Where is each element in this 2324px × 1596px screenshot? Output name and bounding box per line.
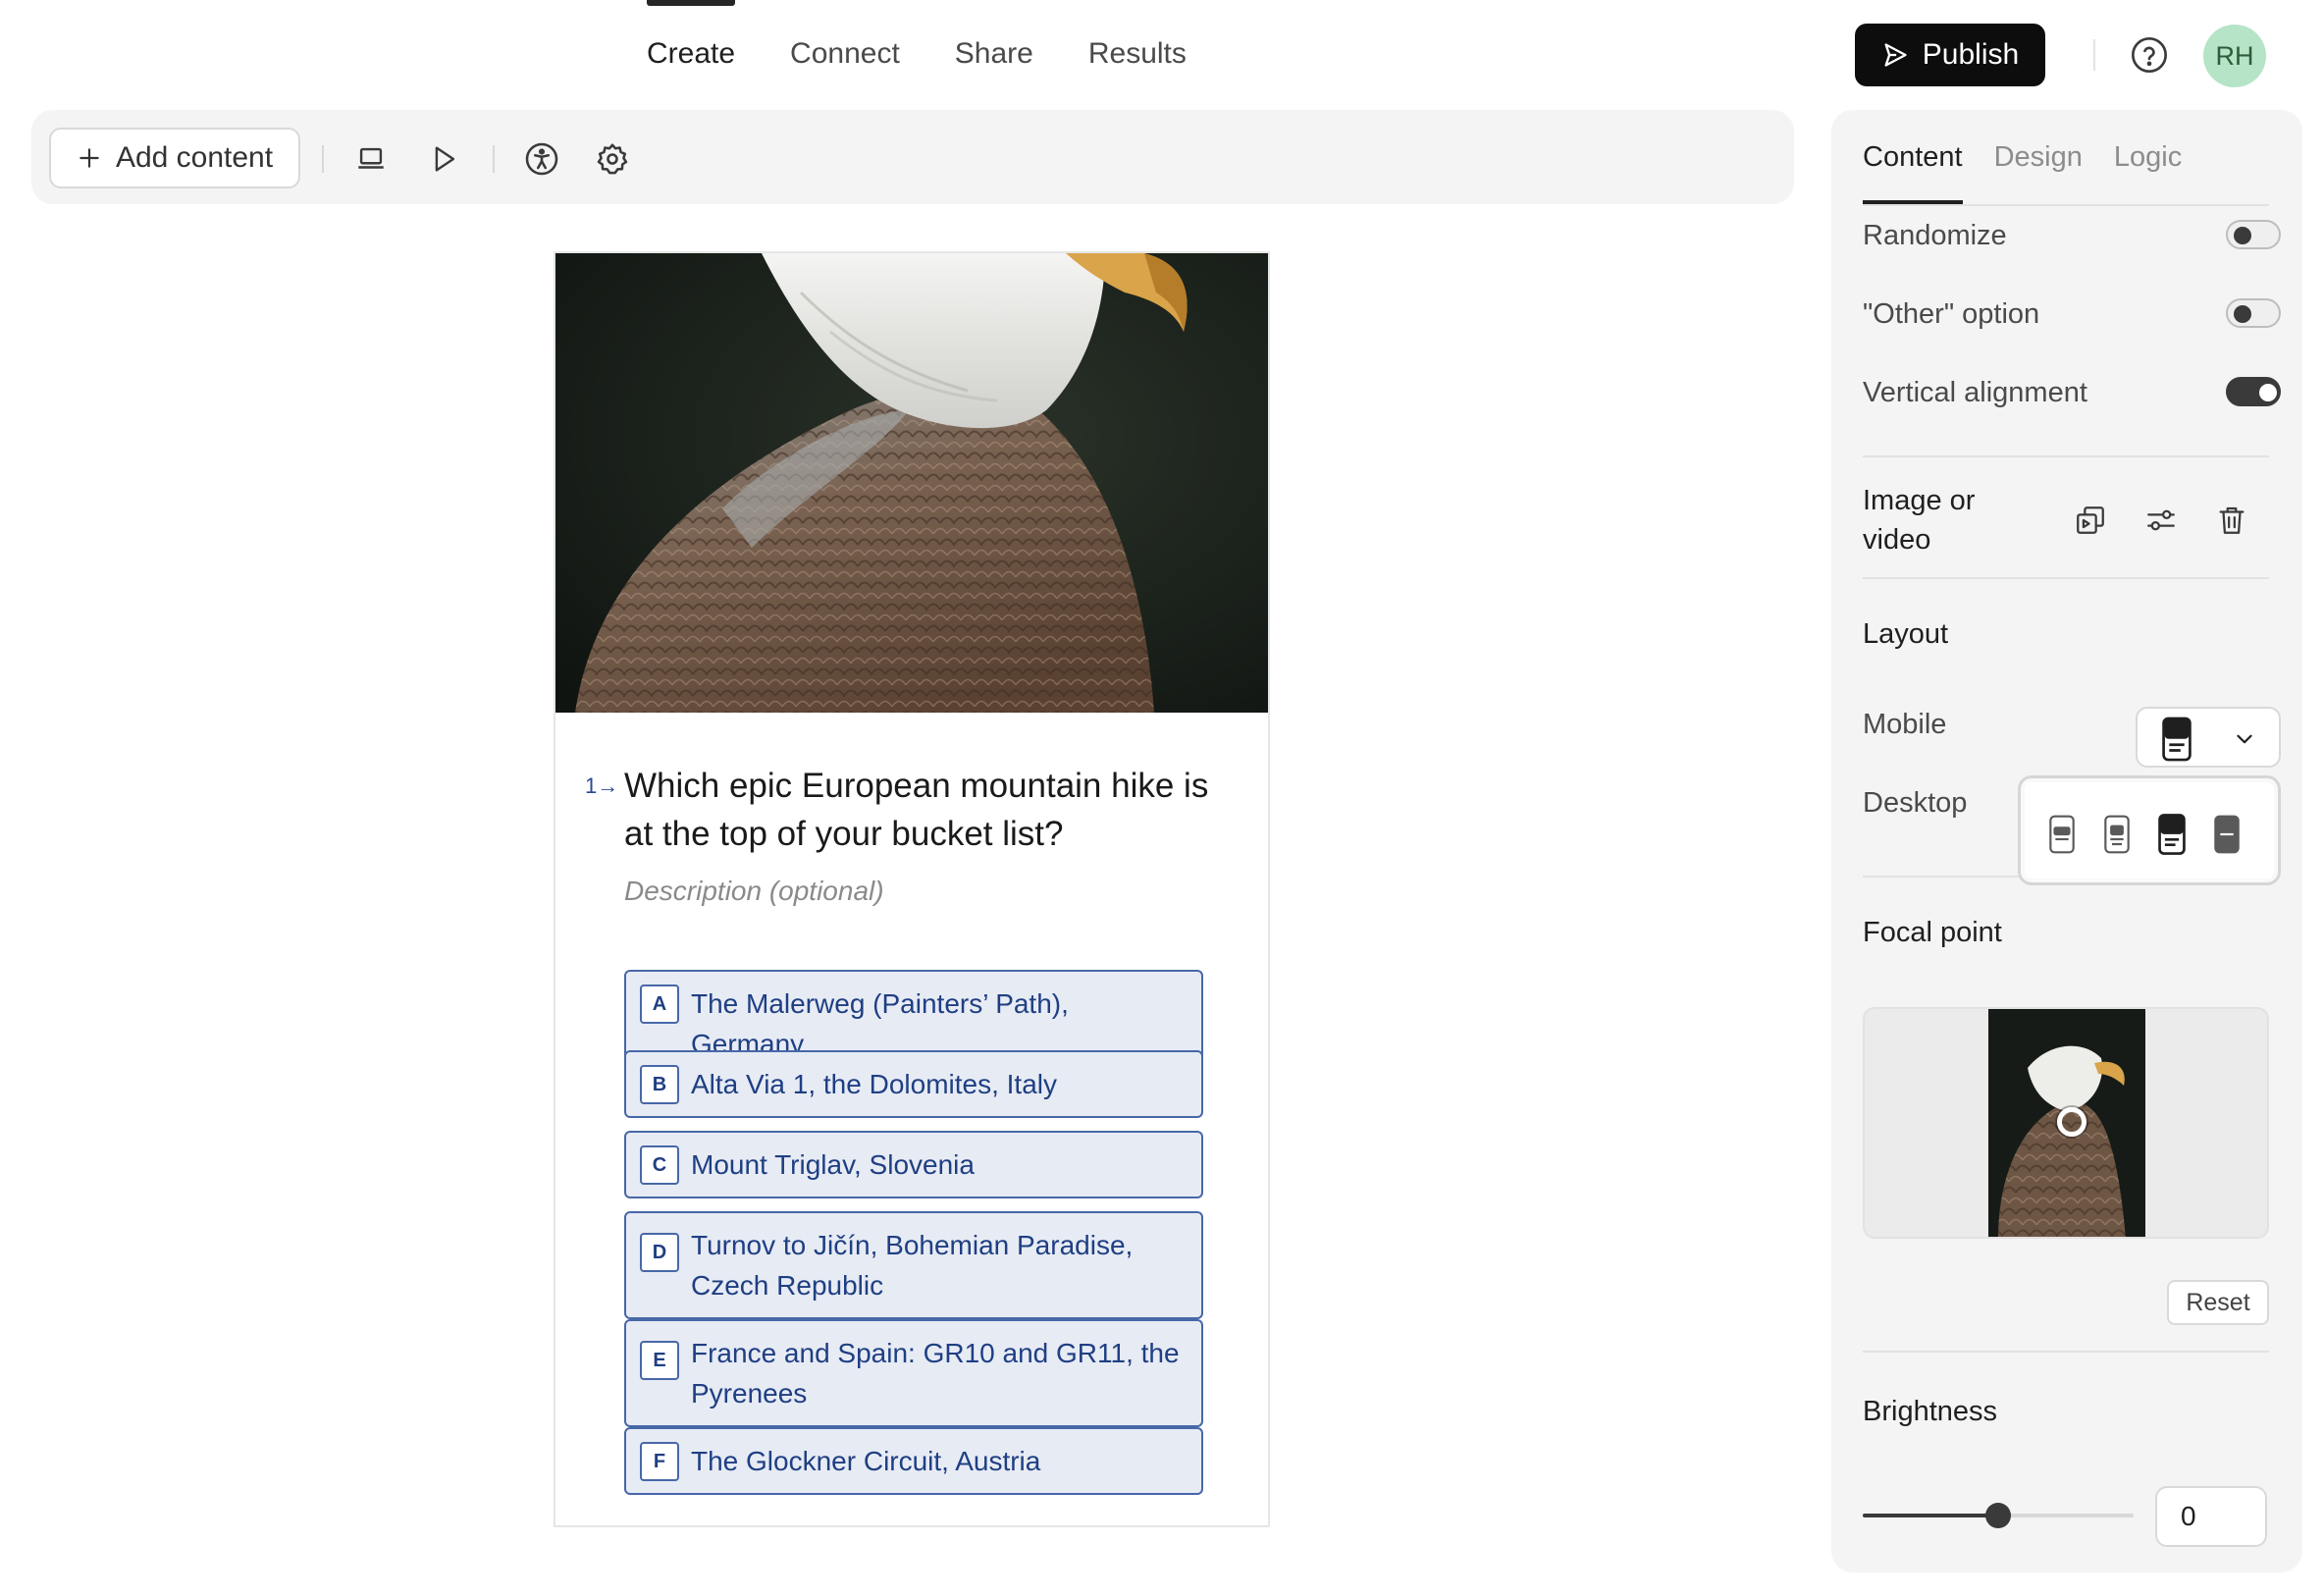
send-icon [1884,43,1907,67]
avatar[interactable]: RH [2203,25,2266,87]
brightness-slider[interactable] [1863,1503,2134,1528]
settings-icon[interactable] [593,139,632,179]
mobile-label: Mobile [1863,709,1947,740]
divider [1863,455,2269,457]
choice-key: B [640,1065,679,1104]
choice-item[interactable]: E France and Spain: GR10 and GR11, the P… [624,1319,1203,1427]
plus-icon [79,148,99,168]
play-icon[interactable] [424,139,463,179]
brightness-slider-fill [1863,1514,1998,1517]
layout-option-top-image-icon[interactable] [2152,810,2192,859]
reset-button[interactable]: Reset [2167,1280,2269,1325]
editor-toolbar: Add content [31,110,1794,204]
layout-option-float-icon[interactable] [2097,810,2137,859]
choice-label: Alta Via 1, the Dolomites, Italy [691,1069,1057,1099]
main-tabs: Create Connect Share Results [641,0,1214,108]
divider [322,145,324,173]
mobile-layout-select[interactable] [2136,707,2281,768]
tab-create[interactable]: Create [641,0,763,108]
choice-label: Turnov to Jičín, Bohemian Paradise, Czec… [691,1230,1134,1301]
divider [2093,39,2095,71]
choice-item[interactable]: B Alta Via 1, the Dolomites, Italy [624,1050,1203,1118]
question-card: 1→ Which epic European mountain hike is … [554,251,1270,1527]
divider [1863,204,2269,206]
choice-key: E [640,1341,679,1380]
choice-item[interactable]: C Mount Triglav, Slovenia [624,1131,1203,1198]
randomize-toggle[interactable] [2226,220,2281,249]
tab-design[interactable]: Design [1994,110,2083,206]
focal-point-handle[interactable] [2057,1107,2086,1137]
chevron-down-icon [2237,734,2252,744]
divider [1863,1351,2269,1353]
question-title[interactable]: Which epic European mountain hike is at … [624,762,1233,858]
tab-results[interactable]: Results [1061,0,1214,108]
choice-item[interactable]: D Turnov to Jičín, Bohemian Paradise, Cz… [624,1211,1203,1319]
eagle-image[interactable] [555,253,1268,713]
focal-point-title: Focal point [1863,917,2002,948]
vertical-alignment-toggle[interactable] [2226,377,2281,406]
layout-option-stack-icon[interactable] [2042,810,2082,859]
laptop-icon[interactable] [351,139,391,179]
choice-key: C [640,1145,679,1185]
brightness-title: Brightness [1863,1396,1998,1427]
randomize-label: Randomize [1863,220,2007,251]
top-navigation: Create Connect Share Results Publish RH [0,0,2324,108]
add-content-label: Add content [115,141,274,174]
layout-mobile-icon [2162,717,2192,762]
divider [493,145,495,173]
image-or-video-label: Image or video [1863,485,1976,556]
choice-label: The Glockner Circuit, Austria [691,1446,1041,1476]
choice-label: The Malerweg (Painters’ Path), Germany [691,988,1069,1059]
brightness-slider-thumb[interactable] [1985,1503,2011,1528]
choice-label: France and Spain: GR10 and GR11, the Pyr… [691,1338,1180,1409]
vertical-alignment-label: Vertical alignment [1863,377,2087,408]
layout-title: Layout [1863,618,1949,650]
publish-label: Publish [1922,38,2020,71]
choice-key: D [640,1233,679,1272]
question-circle-icon[interactable] [2130,35,2169,75]
focal-point-picker[interactable] [1863,1007,2269,1239]
desktop-label: Desktop [1863,787,1968,819]
tab-share[interactable]: Share [927,0,1061,108]
other-option-toggle[interactable] [2226,298,2281,328]
question-number: 1→ [585,773,619,798]
add-content-button[interactable]: Add content [49,128,300,188]
tab-connect[interactable]: Connect [763,0,927,108]
publish-button[interactable]: Publish [1855,24,2045,86]
replace-media-icon[interactable] [2071,501,2110,540]
tab-content[interactable]: Content [1863,110,1963,206]
divider [1863,577,2269,579]
trash-icon[interactable] [2212,501,2251,540]
accessibility-icon[interactable] [522,139,561,179]
question-description-placeholder[interactable]: Description (optional) [624,876,884,907]
tab-logic[interactable]: Logic [2114,110,2182,206]
desktop-layout-options [2018,775,2281,885]
choice-label: Mount Triglav, Slovenia [691,1149,975,1180]
choice-item[interactable]: F The Glockner Circuit, Austria [624,1427,1203,1495]
other-option-label: "Other" option [1863,298,2040,330]
sliders-icon[interactable] [2141,501,2181,540]
brightness-input[interactable] [2155,1486,2267,1547]
panel-tabs: Content Design Logic [1863,110,2182,206]
layout-option-full-bg-icon[interactable] [2207,810,2246,859]
choice-key: F [640,1442,679,1481]
choice-key: A [640,984,679,1024]
